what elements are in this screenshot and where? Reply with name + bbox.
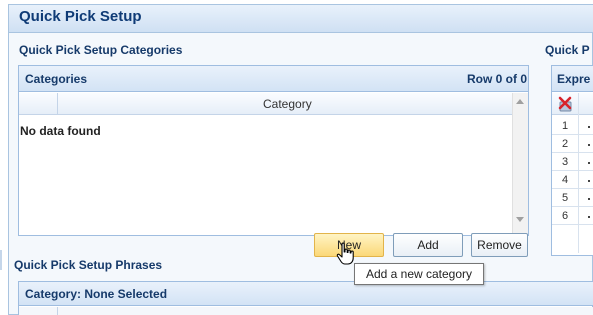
- categories-panel-title: Categories: [25, 72, 88, 86]
- expressions-panel-title: Expre: [557, 72, 591, 86]
- column-divider: [57, 307, 58, 315]
- expression-row[interactable]: 6: [552, 208, 593, 225]
- row-number: 3: [561, 156, 569, 168]
- delete-x-icon[interactable]: [556, 95, 576, 113]
- categories-scrollbar[interactable]: [512, 93, 528, 235]
- row-number: 4: [561, 174, 569, 186]
- categories-grid-header: [19, 66, 528, 92]
- empty-message: No data found: [20, 124, 101, 138]
- remove-category-button[interactable]: Remove: [471, 233, 528, 257]
- row-marker: [588, 198, 590, 200]
- tooltip: Add a new category: [354, 263, 484, 285]
- add-category-button[interactable]: Add: [393, 233, 463, 257]
- row-number: 6: [561, 210, 569, 222]
- window-title: Quick Pick Setup: [19, 8, 142, 25]
- expression-row[interactable]: 2: [552, 136, 593, 153]
- phrases-panel-title: Category: None Selected: [25, 287, 168, 301]
- phrases-section-label: Quick Pick Setup Phrases: [14, 258, 163, 272]
- row-marker: [588, 180, 590, 182]
- scroll-up-arrow-icon[interactable]: [516, 99, 524, 104]
- expression-row[interactable]: 4: [552, 172, 593, 189]
- hand-cursor-icon: [336, 242, 356, 266]
- phrases-column-header-row: [19, 307, 593, 315]
- row-marker: [588, 126, 590, 128]
- category-column-header[interactable]: Category: [263, 97, 312, 111]
- scroll-down-arrow-icon[interactable]: [516, 217, 524, 222]
- expression-row[interactable]: 1: [552, 118, 593, 135]
- expressions-section-label: Quick P: [545, 43, 590, 57]
- categories-section-label: Quick Pick Setup Categories: [19, 43, 183, 57]
- expression-row[interactable]: 5: [552, 190, 593, 207]
- row-number: 5: [561, 192, 569, 204]
- left-edge-marker: [0, 250, 2, 270]
- row-count: Row 0 of 0: [466, 72, 527, 86]
- row-marker: [588, 162, 590, 164]
- row-number: 2: [561, 138, 569, 150]
- column-divider: [57, 93, 58, 115]
- row-marker: [588, 144, 590, 146]
- row-number: 1: [561, 120, 569, 132]
- expression-row[interactable]: 3: [552, 154, 593, 171]
- row-marker: [588, 216, 590, 218]
